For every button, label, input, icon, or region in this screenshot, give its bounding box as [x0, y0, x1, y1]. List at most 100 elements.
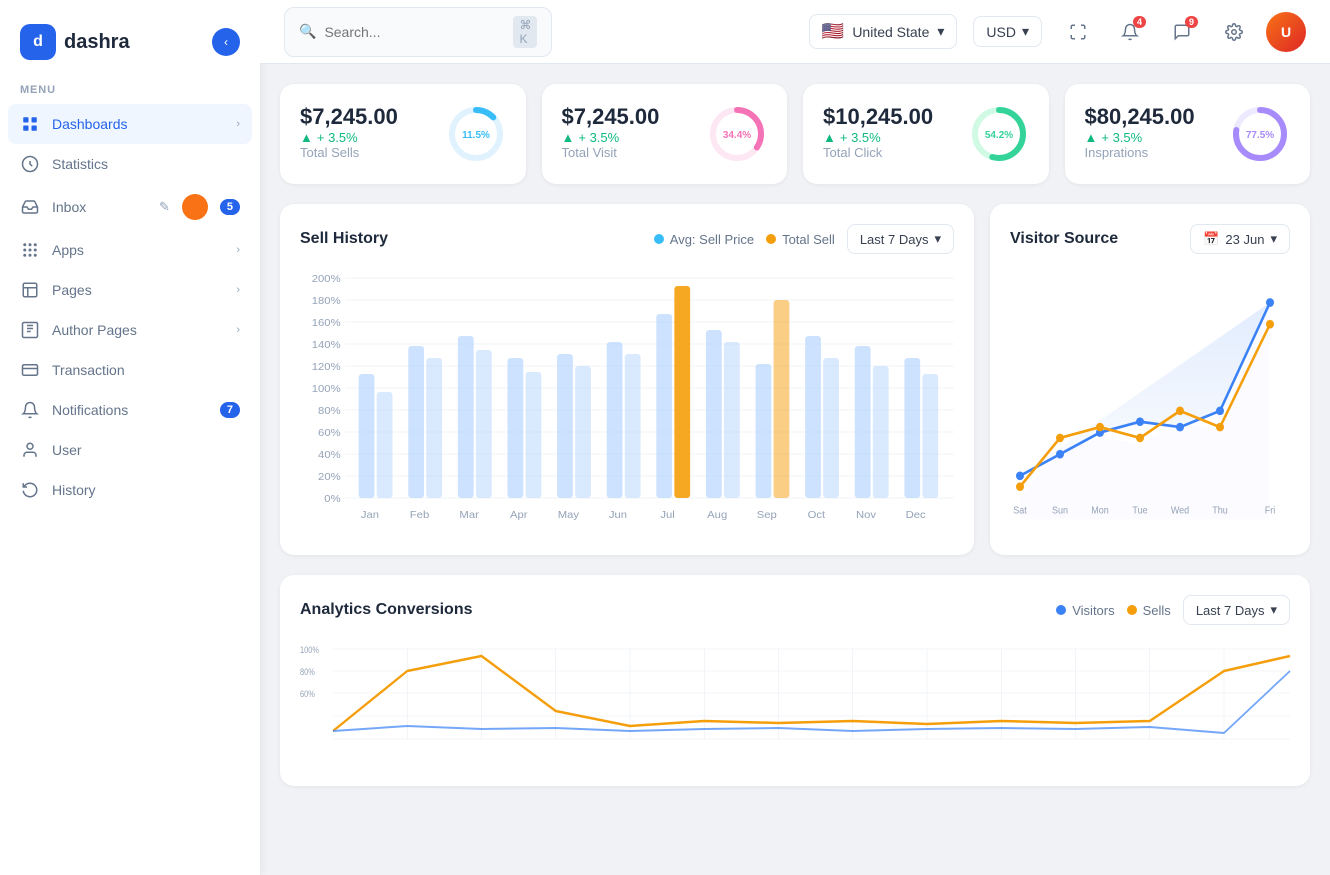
stat-change-visit: ▲ + 3.5%	[562, 130, 660, 145]
flag-icon: 🇺🇸	[822, 21, 844, 42]
currency-selector[interactable]: USD ▾	[973, 16, 1042, 47]
svg-text:Sep: Sep	[757, 510, 777, 521]
svg-text:Jan: Jan	[361, 510, 379, 521]
chevron-right-icon-pages: ›	[236, 284, 240, 296]
notifications-count-badge: 4	[1133, 16, 1146, 28]
stat-label-sells: Total Sells	[300, 145, 398, 160]
filter-label-sell: Last 7 Days	[860, 232, 929, 247]
circle-progress-insprations: 77.5%	[1230, 104, 1290, 164]
svg-text:60%: 60%	[318, 428, 341, 439]
sidebar-item-author-pages[interactable]: Author Pages ›	[0, 310, 260, 350]
legend-dot-sells	[1127, 605, 1137, 615]
svg-text:Sat: Sat	[1013, 505, 1027, 515]
header-actions: 4 9 U	[1058, 12, 1306, 52]
sell-history-filter[interactable]: Last 7 Days ▾	[847, 224, 954, 254]
visitor-date: 23 Jun	[1225, 232, 1264, 247]
circle-progress-visit: 34.4%	[707, 104, 767, 164]
chevron-right-icon: ›	[236, 118, 240, 130]
sidebar-item-label-user: User	[52, 442, 240, 458]
currency-value: USD	[986, 24, 1016, 40]
sidebar-item-label-pages: Pages	[52, 282, 224, 298]
pages-icon	[20, 280, 40, 300]
visitor-source-title: Visitor Source	[1010, 230, 1178, 248]
search-box[interactable]: 🔍 ⌘ K	[284, 7, 552, 57]
svg-text:120%: 120%	[312, 362, 341, 373]
messages-button[interactable]: 9	[1162, 12, 1202, 52]
analytics-filter[interactable]: Last 7 Days ▾	[1183, 595, 1290, 625]
sell-history-title: Sell History	[300, 230, 642, 248]
filter-label-analytics: Last 7 Days	[1196, 603, 1265, 618]
svg-text:11.5%: 11.5%	[462, 130, 490, 141]
svg-text:80%: 80%	[300, 667, 315, 677]
search-icon: 🔍	[299, 23, 316, 40]
sidebar: d dashra ‹ Menu Dashboards › Statistics …	[0, 0, 260, 875]
trend-icon-sells: ▲	[300, 130, 313, 145]
legend-sells-analytics: Sells	[1127, 603, 1171, 618]
expand-button[interactable]	[1058, 12, 1098, 52]
svg-text:Jul: Jul	[660, 510, 674, 521]
stat-label-click: Total Click	[823, 145, 933, 160]
circle-progress-sells: 11.5%	[446, 104, 506, 164]
svg-text:Sun: Sun	[1052, 505, 1068, 515]
legend-dot-total	[766, 234, 776, 244]
stat-cards: $7,245.00 ▲ + 3.5% Total Sells 11.5%	[280, 84, 1310, 184]
sidebar-logo: d dashra ‹	[0, 16, 260, 80]
sidebar-item-user[interactable]: User	[0, 430, 260, 470]
logo-text: dashra	[64, 31, 130, 54]
sell-history-chart: 200% 180% 160% 140% 120% 100% 80% 60% 40…	[300, 270, 954, 530]
charts-row: Sell History Avg: Sell Price Total Sell …	[280, 204, 1310, 555]
legend-avg-price: Avg: Sell Price	[654, 232, 754, 247]
stat-label-insprations: Insprations	[1085, 145, 1195, 160]
trend-icon-click: ▲	[823, 130, 836, 145]
sidebar-item-label-statistics: Statistics	[52, 156, 240, 172]
chart-header-sell-history: Sell History Avg: Sell Price Total Sell …	[300, 224, 954, 254]
sidebar-item-statistics[interactable]: Statistics	[0, 144, 260, 184]
sidebar-item-dashboards[interactable]: Dashboards ›	[8, 104, 252, 144]
notifications-button[interactable]: 4	[1110, 12, 1150, 52]
sidebar-item-history[interactable]: History	[0, 470, 260, 510]
svg-text:Wed: Wed	[1171, 505, 1189, 515]
chevron-down-icon-currency: ▾	[1022, 23, 1029, 40]
history-icon	[20, 480, 40, 500]
stat-value-visit: $7,245.00	[562, 104, 660, 130]
stat-card-visit: $7,245.00 ▲ + 3.5% Total Visit 34.4%	[542, 84, 788, 184]
stat-change-sells: ▲ + 3.5%	[300, 130, 398, 145]
svg-text:Tue: Tue	[1132, 505, 1147, 515]
stat-value-click: $10,245.00	[823, 104, 933, 130]
legend-visitors: Visitors	[1056, 603, 1114, 618]
trend-icon-visit: ▲	[562, 130, 575, 145]
messages-count-badge: 9	[1185, 16, 1198, 28]
legend-dot-avg	[654, 234, 664, 244]
sidebar-item-label-inbox: Inbox	[52, 199, 147, 215]
svg-text:20%: 20%	[318, 472, 341, 483]
svg-text:80%: 80%	[318, 406, 341, 417]
sidebar-item-inbox[interactable]: Inbox ✎ 5	[0, 184, 260, 230]
sidebar-item-pages[interactable]: Pages ›	[0, 270, 260, 310]
chevron-down-icon-sell: ▾	[934, 231, 941, 247]
legend-total-sell: Total Sell	[766, 232, 835, 247]
chart-header-visitor: Visitor Source 📅 23 Jun ▾	[1010, 224, 1290, 254]
sidebar-toggle-button[interactable]: ‹	[212, 28, 240, 56]
analytics-header: Analytics Conversions Visitors Sells Las…	[300, 595, 1290, 625]
country-selector[interactable]: 🇺🇸 United State ▾	[809, 14, 958, 49]
visitor-date-filter[interactable]: 📅 23 Jun ▾	[1190, 224, 1290, 254]
svg-text:200%: 200%	[312, 274, 341, 285]
svg-text:Aug: Aug	[707, 510, 727, 521]
settings-button[interactable]	[1214, 12, 1254, 52]
menu-label: Menu	[0, 80, 260, 104]
sidebar-item-label-apps: Apps	[52, 242, 224, 258]
chevron-right-icon-apps: ›	[236, 244, 240, 256]
svg-text:Mar: Mar	[459, 510, 479, 521]
analytics-conversions-card: Analytics Conversions Visitors Sells Las…	[280, 575, 1310, 786]
sidebar-item-transaction[interactable]: Transaction	[0, 350, 260, 390]
sidebar-item-notifications[interactable]: Notifications 7	[0, 390, 260, 430]
user-avatar[interactable]: U	[1266, 12, 1306, 52]
svg-text:77.5%: 77.5%	[1246, 130, 1274, 141]
svg-text:100%: 100%	[312, 384, 341, 395]
analytics-title: Analytics Conversions	[300, 601, 1044, 619]
visitor-source-chart: Sat Sun Mon Tue Wed Thu Fri	[1010, 270, 1290, 530]
search-input[interactable]	[324, 24, 505, 40]
sidebar-item-apps[interactable]: Apps ›	[0, 230, 260, 270]
chevron-right-icon-author: ›	[236, 324, 240, 336]
stat-card-insprations: $80,245.00 ▲ + 3.5% Insprations 77.5%	[1065, 84, 1311, 184]
